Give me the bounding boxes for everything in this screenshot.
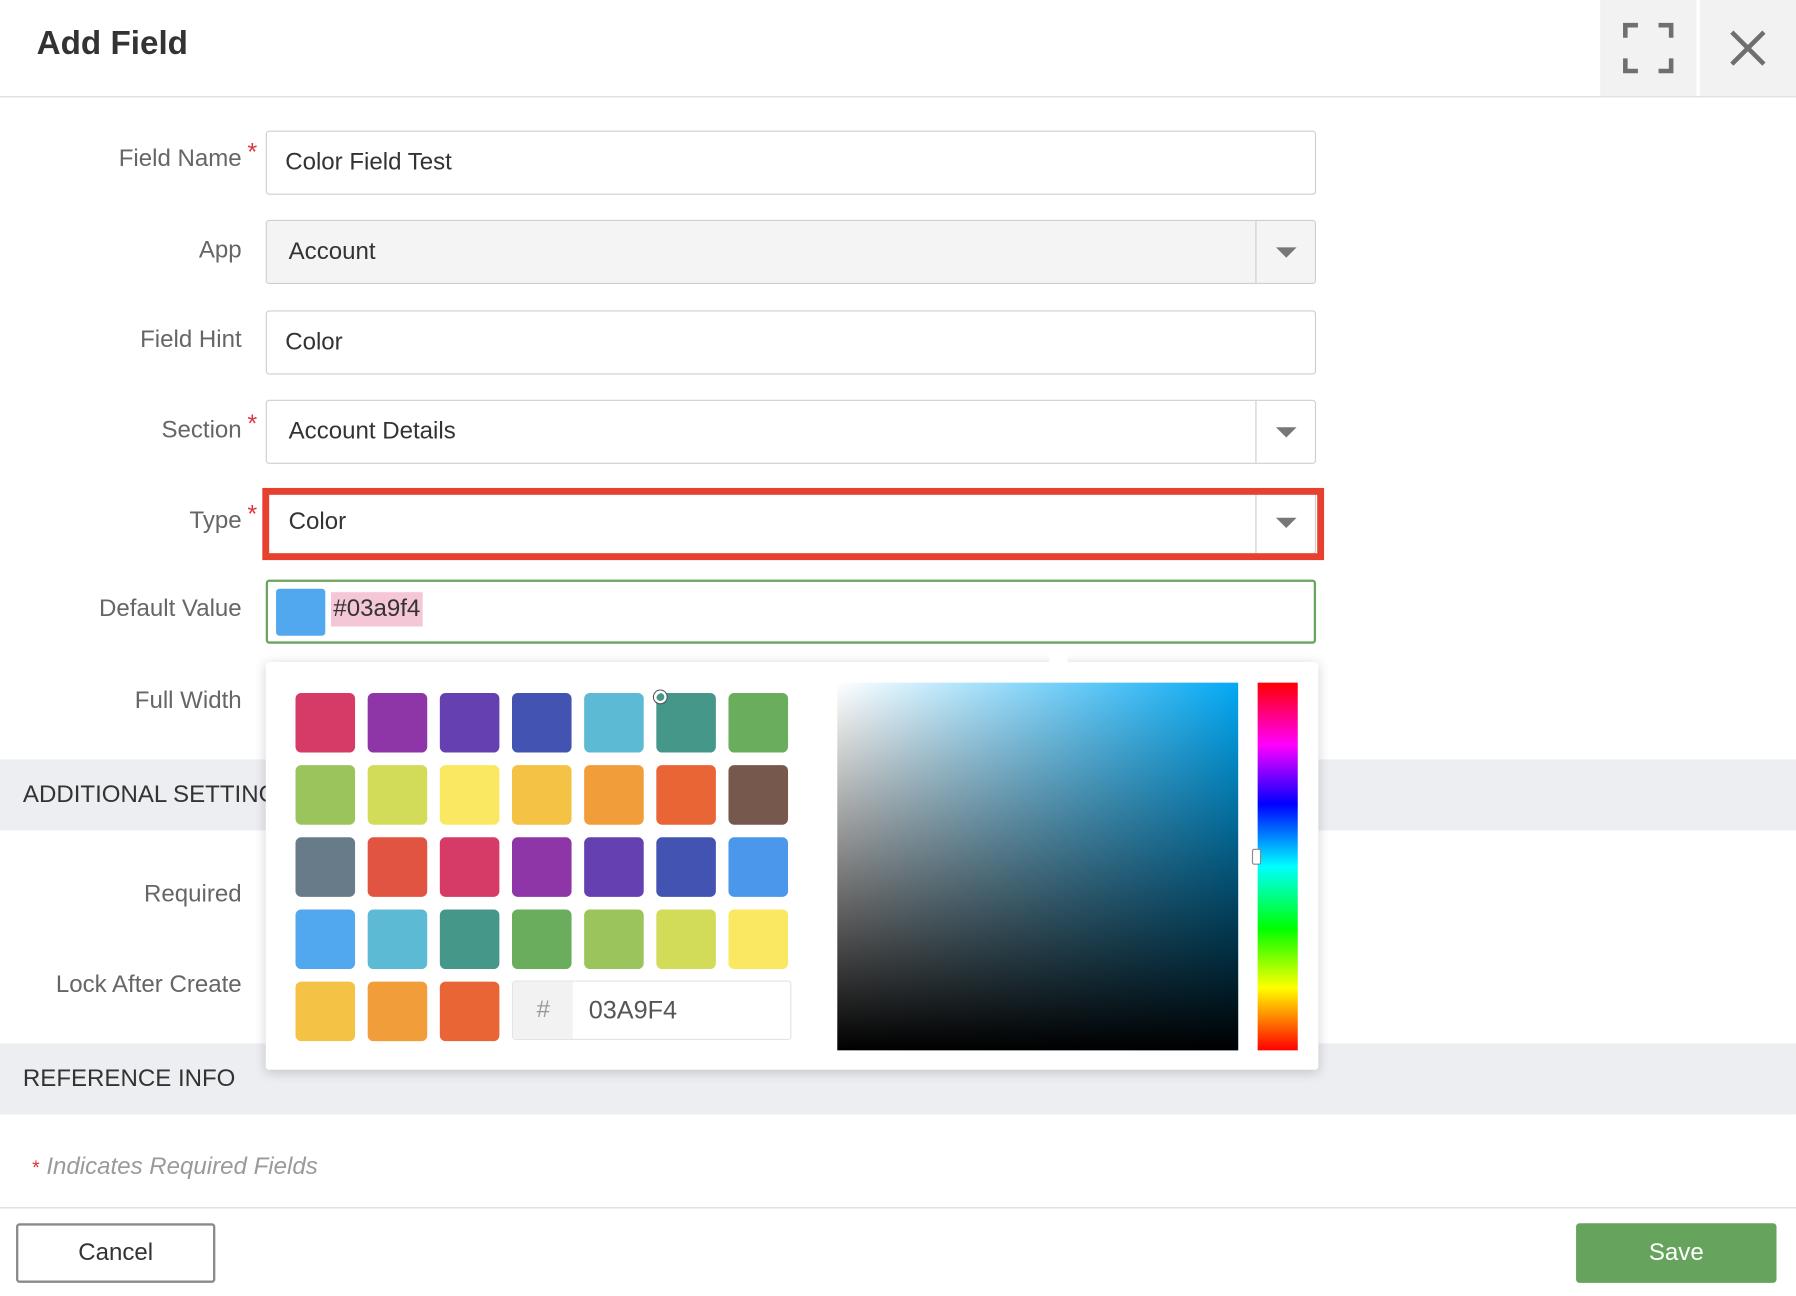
color-swatch[interactable] [511, 692, 572, 753]
color-swatch[interactable] [295, 765, 356, 825]
color-swatch[interactable] [728, 837, 789, 897]
dialog-title: Add Field [36, 25, 188, 62]
field-hint-label: Field Hint [140, 326, 242, 353]
required-label: Required [144, 880, 242, 908]
saturation-cursor[interactable] [654, 690, 667, 704]
chevron-down-icon [1275, 426, 1297, 437]
required-mark: * [247, 499, 258, 529]
color-swatch[interactable] [439, 981, 500, 1042]
hex-input[interactable]: # 03A9F4 [511, 980, 792, 1041]
picker-pointer [1049, 650, 1068, 669]
save-button[interactable]: Save [1576, 1223, 1777, 1283]
hue-slider[interactable] [1257, 682, 1298, 1051]
field-hint-input[interactable]: Color [265, 310, 1317, 375]
color-swatch[interactable] [656, 837, 716, 897]
color-preview-swatch[interactable] [276, 588, 326, 636]
app-label: App [198, 237, 242, 264]
section-select[interactable]: Account Details [265, 399, 1317, 464]
color-swatch[interactable] [439, 692, 500, 753]
color-swatch[interactable] [584, 837, 644, 897]
full-width-label: Full Width [134, 687, 242, 714]
close-icon [1730, 30, 1766, 66]
app-select-value: Account [288, 238, 376, 265]
color-swatch[interactable] [439, 765, 500, 825]
color-swatch[interactable] [439, 837, 500, 897]
dialog-header: Add Field [0, 0, 1796, 98]
color-swatch[interactable] [439, 909, 500, 970]
color-swatch[interactable] [367, 692, 428, 753]
color-swatch[interactable] [295, 981, 356, 1042]
color-swatch[interactable] [728, 692, 789, 753]
color-swatch[interactable] [367, 909, 428, 970]
expand-icon [1623, 22, 1674, 74]
color-swatch[interactable] [511, 837, 572, 897]
cancel-button[interactable]: Cancel [16, 1223, 216, 1283]
type-select-value: Color [288, 508, 347, 535]
hex-prefix: # [513, 981, 573, 1039]
required-mark: * [247, 408, 258, 438]
chevron-down-icon [1275, 246, 1297, 258]
expand-button[interactable] [1600, 0, 1697, 97]
color-swatch[interactable] [511, 909, 572, 970]
color-swatch[interactable] [656, 692, 716, 753]
chevron-down-icon [1275, 517, 1297, 528]
lock-after-create-label: Lock After Create [55, 971, 242, 998]
required-fields-note-text: Indicates Required Fields [46, 1153, 318, 1180]
app-dropdown-arrow[interactable] [1255, 221, 1315, 283]
section-select-value: Account Details [288, 418, 456, 445]
hue-slider-handle[interactable] [1251, 848, 1262, 865]
color-swatch[interactable] [584, 909, 644, 970]
field-name-label: Field Name [118, 145, 242, 172]
color-swatch[interactable] [656, 909, 716, 970]
color-swatch[interactable] [728, 909, 789, 970]
color-picker-popup: # 03A9F4 [265, 650, 1319, 1070]
color-swatch[interactable] [656, 765, 716, 825]
default-value-input[interactable]: #03a9f4 [265, 579, 1317, 644]
default-value-text: #03a9f4 [331, 592, 423, 627]
close-button[interactable] [1699, 0, 1796, 97]
color-swatch[interactable] [584, 692, 644, 753]
add-field-dialog: Add Field Field Name * Color Field Test … [0, 0, 1796, 1296]
color-swatch[interactable] [367, 837, 428, 897]
required-fields-note: * Indicates Required Fields [32, 1153, 318, 1180]
type-select[interactable]: Color [265, 490, 1317, 555]
color-swatch[interactable] [295, 692, 356, 753]
required-mark: * [247, 137, 258, 167]
required-mark: * [32, 1156, 40, 1179]
color-swatch[interactable] [367, 981, 428, 1042]
color-swatch[interactable] [584, 765, 644, 825]
color-swatch[interactable] [367, 765, 428, 825]
type-dropdown-arrow[interactable] [1255, 491, 1315, 554]
footer-divider [0, 1207, 1796, 1209]
color-swatch[interactable] [295, 909, 356, 970]
color-swatch[interactable] [728, 765, 789, 825]
saturation-value-area[interactable] [837, 682, 1239, 1051]
color-swatch[interactable] [295, 837, 356, 897]
field-name-input[interactable]: Color Field Test [265, 130, 1317, 195]
color-swatch[interactable] [511, 765, 572, 825]
default-value-label: Default Value [99, 595, 242, 622]
hex-input-value: 03A9F4 [588, 995, 678, 1024]
type-label: Type [189, 507, 242, 534]
section-label: Section [161, 416, 242, 444]
app-select[interactable]: Account [265, 219, 1317, 285]
section-dropdown-arrow[interactable] [1255, 400, 1315, 463]
